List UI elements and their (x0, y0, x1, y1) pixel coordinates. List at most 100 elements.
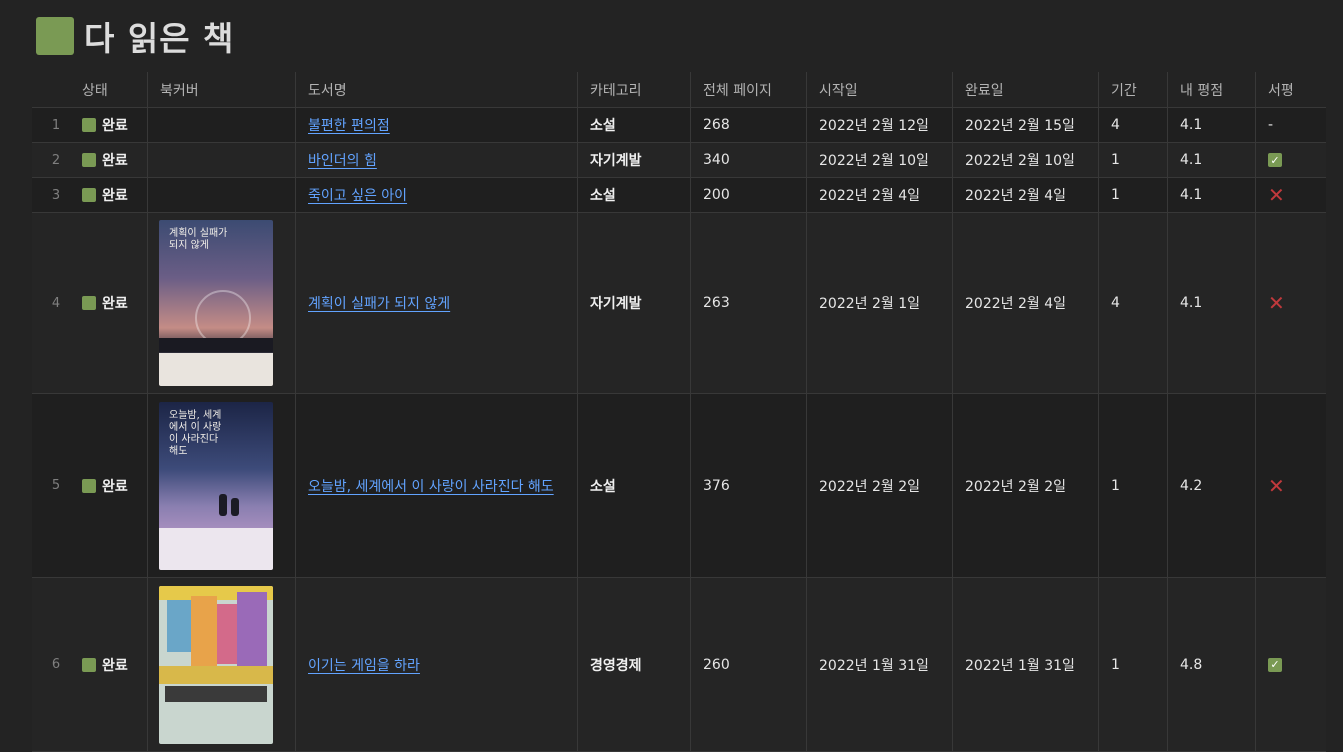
start-date-cell[interactable]: 2022년 2월 10일 (807, 143, 953, 178)
header-title[interactable]: 도서명 (296, 72, 578, 108)
end-date-cell[interactable]: 2022년 2월 10일 (953, 143, 1099, 178)
row-number: 1 (32, 108, 70, 143)
duration-cell[interactable]: 4 (1099, 213, 1168, 394)
start-date-cell[interactable]: 2022년 2월 12일 (807, 108, 953, 143)
header-cover[interactable]: 북커버 (148, 72, 296, 108)
pages-cell[interactable]: 340 (691, 143, 807, 178)
status-cell[interactable]: 완료 (70, 178, 148, 213)
header-status[interactable]: 상태 (70, 72, 148, 108)
title-cell[interactable]: 불편한 편의점 (296, 108, 578, 143)
header-pages[interactable]: 전체 페이지 (691, 72, 807, 108)
rating-cell[interactable]: 4.1 (1168, 143, 1256, 178)
pages-cell[interactable]: 376 (691, 394, 807, 578)
review-cell[interactable]: ✓ (1256, 143, 1326, 178)
header-start-date[interactable]: 시작일 (807, 72, 953, 108)
pages-cell[interactable]: 268 (691, 108, 807, 143)
header-review[interactable]: 서평 (1256, 72, 1326, 108)
check-icon: ✓ (1268, 153, 1282, 167)
end-date-cell[interactable]: 2022년 2월 15일 (953, 108, 1099, 143)
rating-cell[interactable]: 4.1 (1168, 213, 1256, 394)
cover-cell[interactable]: 오늘밤, 세계에서 이 사랑이 사라진다 해도 (148, 394, 296, 578)
book-title-link[interactable]: 불편한 편의점 (308, 115, 390, 135)
review-cell[interactable]: ✕ (1256, 178, 1326, 213)
review-cell[interactable]: - (1256, 108, 1326, 143)
review-value: - (1268, 117, 1274, 133)
book-title-link[interactable]: 오늘밤, 세계에서 이 사랑이 사라진다 해도 (308, 476, 554, 496)
cover-block-graphic (237, 591, 267, 666)
green-square-icon (82, 153, 96, 167)
book-title-link[interactable]: 바인더의 힘 (308, 150, 377, 170)
status-cell[interactable]: 완료 (70, 108, 148, 143)
end-date-cell[interactable]: 2022년 2월 4일 (953, 178, 1099, 213)
cross-icon: ✕ (1268, 183, 1285, 207)
book-title-link[interactable]: 죽이고 싶은 아이 (308, 185, 407, 205)
cover-cell[interactable] (148, 578, 296, 752)
status-cell[interactable]: 완료 (70, 143, 148, 178)
rating-cell[interactable]: 4.1 (1168, 178, 1256, 213)
category-cell[interactable]: 자기계발 (578, 143, 691, 178)
row-number: 4 (32, 213, 70, 394)
green-square-icon (82, 188, 96, 202)
books-table: 상태 북커버 도서명 카테고리 전체 페이지 시작일 완료일 기간 내 평점 서… (32, 72, 1326, 752)
category-cell[interactable]: 소설 (578, 108, 691, 143)
end-date-cell[interactable]: 2022년 2월 2일 (953, 394, 1099, 578)
book-title-link[interactable]: 이기는 게임을 하라 (308, 655, 420, 675)
status-label: 완료 (102, 118, 128, 134)
title-cell[interactable]: 바인더의 힘 (296, 143, 578, 178)
category-cell[interactable]: 소설 (578, 394, 691, 578)
duration-cell[interactable]: 1 (1099, 578, 1168, 752)
status-cell[interactable]: 완료 (70, 394, 148, 578)
title-cell[interactable]: 오늘밤, 세계에서 이 사랑이 사라진다 해도 (296, 394, 578, 578)
rating-cell[interactable]: 4.1 (1168, 108, 1256, 143)
cross-icon: ✕ (1268, 473, 1285, 498)
status-cell[interactable]: 완료 (70, 578, 148, 752)
start-date-cell[interactable]: 2022년 1월 31일 (807, 578, 953, 752)
cover-block-graphic (167, 599, 191, 652)
title-cell[interactable]: 이기는 게임을 하라 (296, 578, 578, 752)
green-square-icon (82, 657, 96, 672)
review-cell[interactable]: ✕ (1256, 394, 1326, 578)
green-square-icon (82, 296, 96, 310)
rating-cell[interactable]: 4.8 (1168, 578, 1256, 752)
duration-cell[interactable]: 1 (1099, 394, 1168, 578)
review-cell[interactable]: ✓ (1256, 578, 1326, 752)
status-label: 완료 (102, 296, 128, 312)
cover-cell[interactable]: 계획이 실패가 되지 않게 (148, 213, 296, 394)
title-cell[interactable]: 죽이고 싶은 아이 (296, 178, 578, 213)
end-date-cell[interactable]: 2022년 2월 4일 (953, 213, 1099, 394)
header-rating[interactable]: 내 평점 (1168, 72, 1256, 108)
review-cell[interactable]: ✕ (1256, 213, 1326, 394)
duration-cell[interactable]: 1 (1099, 143, 1168, 178)
pages-cell[interactable]: 263 (691, 213, 807, 394)
cover-cell[interactable] (148, 108, 296, 143)
header-category[interactable]: 카테고리 (578, 72, 691, 108)
category-cell[interactable]: 소설 (578, 178, 691, 213)
book-cover-image[interactable]: 계획이 실패가 되지 않게 (159, 220, 273, 386)
header-duration[interactable]: 기간 (1099, 72, 1168, 108)
duration-cell[interactable]: 4 (1099, 108, 1168, 143)
start-date-cell[interactable]: 2022년 2월 2일 (807, 394, 953, 578)
pages-cell[interactable]: 200 (691, 178, 807, 213)
status-cell[interactable]: 완료 (70, 213, 148, 394)
start-date-cell[interactable]: 2022년 2월 1일 (807, 213, 953, 394)
start-date-cell[interactable]: 2022년 2월 4일 (807, 178, 953, 213)
category-cell[interactable]: 경영경제 (578, 578, 691, 752)
title-cell[interactable]: 계획이 실패가 되지 않게 (296, 213, 578, 394)
status-label: 완료 (102, 478, 128, 495)
cover-figure-graphic (231, 497, 239, 516)
book-title-link[interactable]: 계획이 실패가 되지 않게 (308, 293, 450, 313)
header-end-date[interactable]: 완료일 (953, 72, 1099, 108)
category-cell[interactable]: 자기계발 (578, 213, 691, 394)
cover-figure-graphic (219, 493, 227, 516)
book-cover-image[interactable]: 오늘밤, 세계에서 이 사랑이 사라진다 해도 (159, 401, 273, 570)
cover-block-graphic (217, 603, 237, 664)
book-cover-image[interactable] (159, 585, 273, 744)
end-date-cell[interactable]: 2022년 1월 31일 (953, 578, 1099, 752)
pages-cell[interactable]: 260 (691, 578, 807, 752)
rating-cell[interactable]: 4.2 (1168, 394, 1256, 578)
duration-cell[interactable]: 1 (1099, 178, 1168, 213)
cover-cell[interactable] (148, 143, 296, 178)
status-label: 완료 (102, 153, 128, 169)
cover-cell[interactable] (148, 178, 296, 213)
row-number: 2 (32, 143, 70, 178)
